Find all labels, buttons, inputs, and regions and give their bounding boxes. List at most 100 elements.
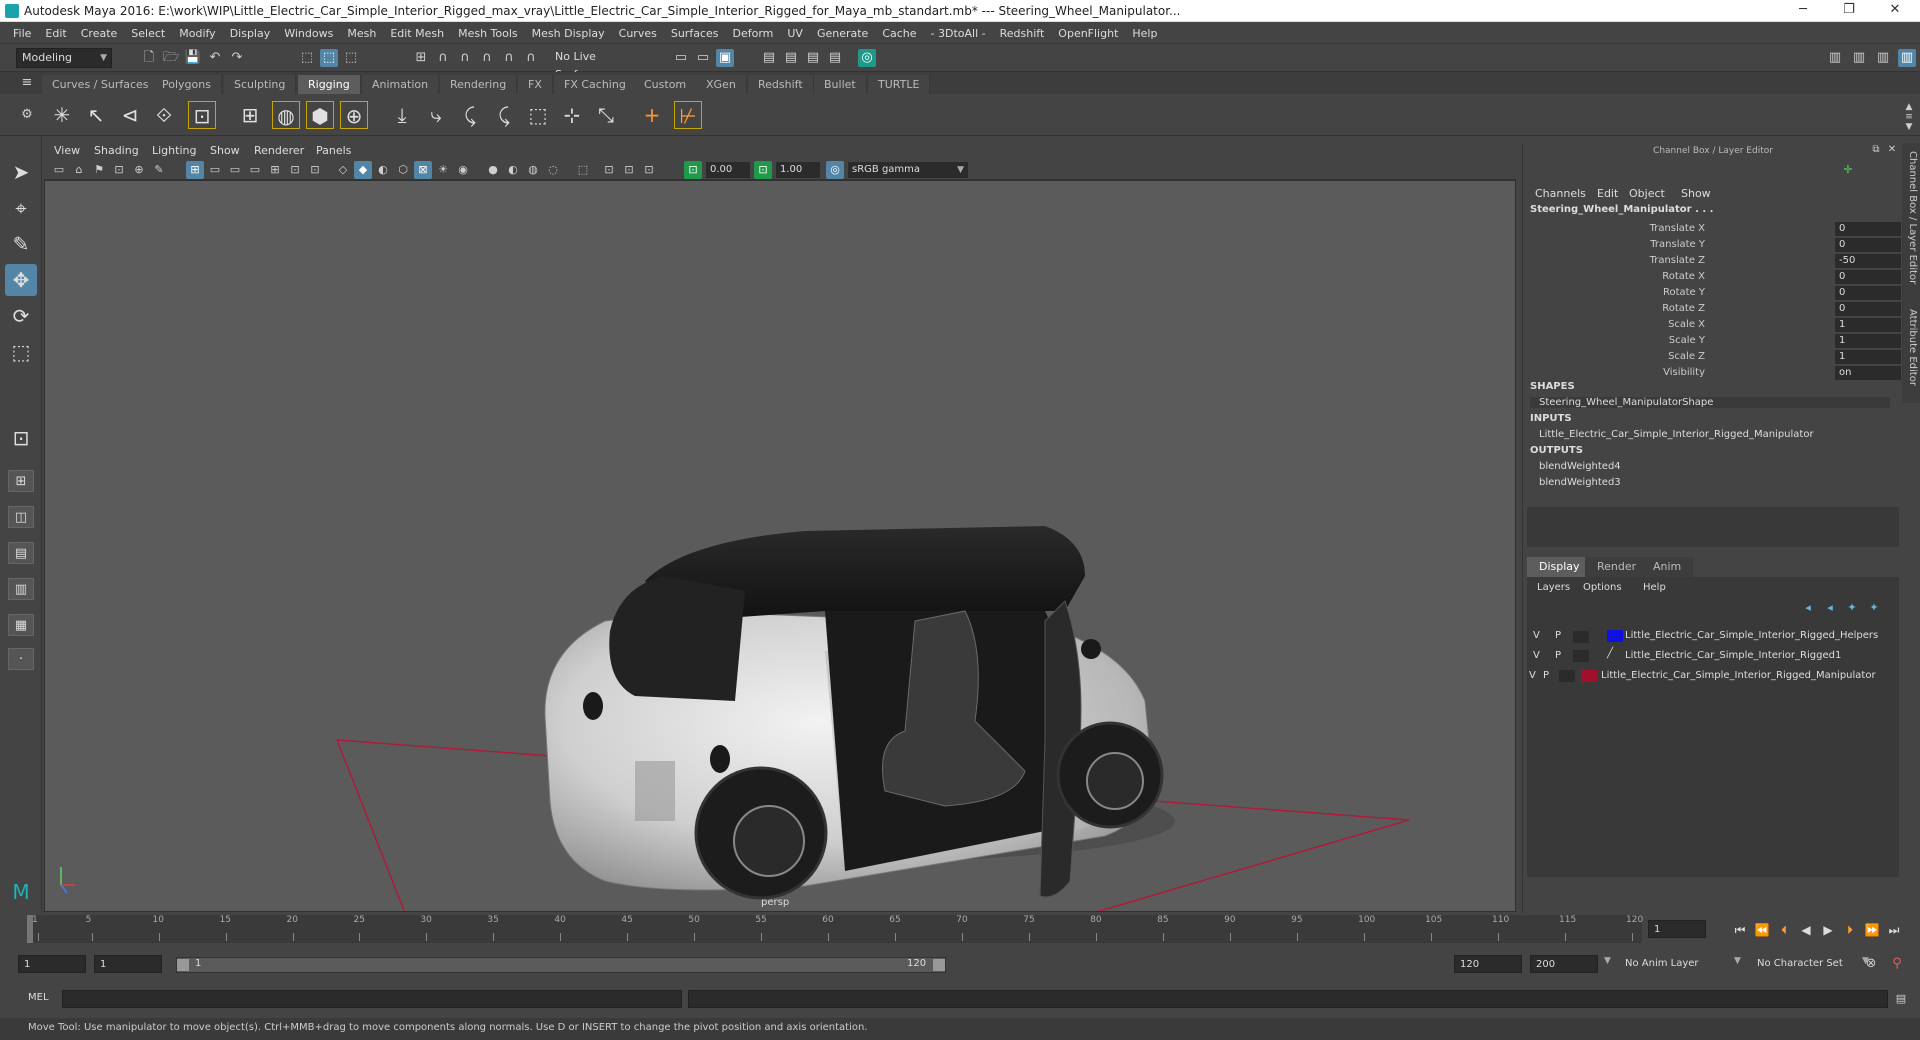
- attr-value-field[interactable]: 0: [1835, 222, 1901, 236]
- animation-start-field[interactable]: 1: [18, 955, 86, 973]
- cluster-icon[interactable]: ⤹: [456, 101, 484, 129]
- lattice-icon[interactable]: ⤹: [490, 101, 518, 129]
- paint-select-tool-icon[interactable]: ✎: [5, 228, 37, 260]
- locator-icon[interactable]: +: [638, 101, 666, 129]
- command-input[interactable]: [62, 990, 682, 1008]
- textured-icon[interactable]: ⬡: [394, 161, 412, 179]
- layer-color-swatch[interactable]: [1607, 630, 1623, 642]
- single-perspective-layout-icon[interactable]: ⊡: [5, 422, 37, 454]
- film-gate-icon[interactable]: ▭: [206, 161, 224, 179]
- tab-polygons[interactable]: Polygons: [152, 75, 222, 94]
- layer-menu-layers[interactable]: Layers: [1537, 582, 1570, 593]
- wrap-icon[interactable]: ⬚: [524, 101, 552, 129]
- exposure-icon[interactable]: ⊡: [684, 161, 702, 179]
- tab-curves-surfaces[interactable]: Curves / Surfaces: [42, 75, 160, 94]
- color-management-icon[interactable]: ◎: [826, 161, 844, 179]
- menu-mesh-tools[interactable]: Mesh Tools: [451, 27, 525, 40]
- tool-settings-toggle-icon[interactable]: ▥: [1874, 49, 1892, 67]
- render-settings-icon[interactable]: ▭: [672, 49, 690, 67]
- snap-curve-icon[interactable]: ∩: [434, 49, 452, 67]
- go-to-start-icon[interactable]: ⏮: [1730, 920, 1750, 940]
- channel-box-toggle-icon[interactable]: ▥: [1898, 49, 1916, 67]
- maximize-button[interactable]: ❐: [1826, 0, 1872, 22]
- layer-type-toggle[interactable]: [1573, 650, 1589, 662]
- create-joint-icon[interactable]: ✳: [48, 101, 76, 129]
- grease-pencil-icon[interactable]: ✎: [150, 161, 168, 179]
- render-current-icon[interactable]: ▭: [694, 49, 712, 67]
- orient-joint-icon[interactable]: ⟐: [150, 101, 178, 129]
- attr-value-field[interactable]: 1: [1835, 334, 1901, 348]
- layer-type-toggle[interactable]: [1559, 670, 1575, 682]
- live-surface-field[interactable]: No Live Surface: [550, 48, 640, 81]
- camera-attributes-icon[interactable]: ⌂: [70, 161, 88, 179]
- attr-value-field[interactable]: 1: [1835, 318, 1901, 332]
- animation-end-field[interactable]: 200: [1530, 955, 1598, 973]
- select-tool-icon[interactable]: ➤: [5, 156, 37, 188]
- sculpt-deformer-icon[interactable]: ⊹: [558, 101, 586, 129]
- two-d-pan-icon[interactable]: ⊕: [130, 161, 148, 179]
- tab-custom[interactable]: Custom: [634, 75, 698, 94]
- layer-visibility-toggle[interactable]: V: [1529, 670, 1536, 681]
- open-scene-icon[interactable]: 🗁: [162, 49, 180, 67]
- menu-generate[interactable]: Generate: [810, 27, 875, 40]
- layer-color-swatch[interactable]: [1581, 670, 1597, 682]
- time-slider-track[interactable]: 1 5 10 15 20 25 30 35 40 45 50 55 60 65 70 75 80 85 90 95 10…: [28, 915, 1643, 943]
- layer-type-toggle[interactable]: [1573, 631, 1589, 643]
- menu-create[interactable]: Create: [74, 27, 125, 40]
- snap-surface-icon[interactable]: ∩: [500, 49, 518, 67]
- menu-curves[interactable]: Curves: [612, 27, 664, 40]
- tab-redshift[interactable]: Redshift: [748, 75, 814, 94]
- hypershade-icon[interactable]: ▤: [782, 49, 800, 67]
- vp-menu-panels[interactable]: Panels: [316, 144, 351, 157]
- bind-skin-icon[interactable]: ⊞: [236, 101, 264, 129]
- tab-bullet[interactable]: Bullet: [814, 75, 867, 94]
- rotate-tool-icon[interactable]: ⟳: [5, 300, 37, 332]
- attr-value-field[interactable]: 0: [1835, 286, 1901, 300]
- layer-menu-help[interactable]: Help: [1643, 582, 1666, 593]
- menu-windows[interactable]: Windows: [277, 27, 340, 40]
- redshift-render-view-icon[interactable]: ▤: [826, 49, 844, 67]
- playback-end-field[interactable]: 120: [1454, 955, 1522, 973]
- tab-sculpting[interactable]: Sculpting: [224, 75, 297, 94]
- undo-icon[interactable]: ↶: [206, 49, 224, 67]
- use-all-lights-icon[interactable]: ⊠: [414, 161, 432, 179]
- layer-name[interactable]: Little_Electric_Car_Simple_Interior_Rigg…: [1625, 630, 1878, 641]
- menu-modify[interactable]: Modify: [172, 27, 222, 40]
- current-frame-field[interactable]: 1: [1648, 920, 1706, 938]
- cb-menu-show[interactable]: Show: [1681, 187, 1711, 200]
- float-panel-icon[interactable]: ⧉: [1869, 143, 1883, 157]
- cb-menu-channels[interactable]: Channels: [1535, 187, 1586, 200]
- shelf-options-icon[interactable]: ⚙: [18, 106, 36, 124]
- range-slider[interactable]: 1 120: [176, 957, 946, 973]
- attr-value-field[interactable]: 0: [1835, 302, 1901, 316]
- layer-playback-toggle[interactable]: P: [1555, 630, 1561, 641]
- modeling-toolkit-icon[interactable]: ▥: [1826, 49, 1844, 67]
- auto-key-icon[interactable]: ⊗: [1862, 955, 1880, 973]
- vp-menu-renderer[interactable]: Renderer: [254, 144, 304, 157]
- wire-deformer-icon[interactable]: ⤡: [592, 101, 620, 129]
- move-tool-icon[interactable]: ✥: [5, 264, 37, 296]
- select-component-icon[interactable]: ⬚: [342, 49, 360, 67]
- point-constraint-icon[interactable]: ⊬: [674, 101, 702, 129]
- graph-layout-icon[interactable]: ▥: [8, 578, 34, 600]
- playback-start-field[interactable]: 1: [94, 955, 162, 973]
- shadows-icon[interactable]: ☀: [434, 161, 452, 179]
- layer-menu-options[interactable]: Options: [1583, 582, 1622, 593]
- tab-xgen[interactable]: XGen: [696, 75, 747, 94]
- side-tab-attribute-editor[interactable]: Attribute Editor: [1904, 309, 1918, 386]
- tab-rigging[interactable]: Rigging: [298, 75, 361, 94]
- layer-playback-toggle[interactable]: P: [1543, 670, 1549, 681]
- insert-joint-icon[interactable]: ↖: [82, 101, 110, 129]
- menu-edit-mesh[interactable]: Edit Mesh: [383, 27, 451, 40]
- tab-animation[interactable]: Animation: [362, 75, 440, 94]
- bookmark-icon[interactable]: ⚑: [90, 161, 108, 179]
- field-chart-icon[interactable]: ⊞: [266, 161, 284, 179]
- layer-tab-anim[interactable]: Anim: [1641, 557, 1694, 577]
- shape-node[interactable]: Steering_Wheel_ManipulatorShape: [1530, 397, 1890, 408]
- menu-display[interactable]: Display: [223, 27, 278, 40]
- menu-deform[interactable]: Deform: [725, 27, 780, 40]
- backface-culling-icon[interactable]: ⊡: [640, 161, 658, 179]
- snap-grid-icon[interactable]: ⊞: [412, 49, 430, 67]
- layer-visibility-toggle[interactable]: V: [1533, 650, 1540, 661]
- gamma-icon[interactable]: ⊡: [754, 161, 772, 179]
